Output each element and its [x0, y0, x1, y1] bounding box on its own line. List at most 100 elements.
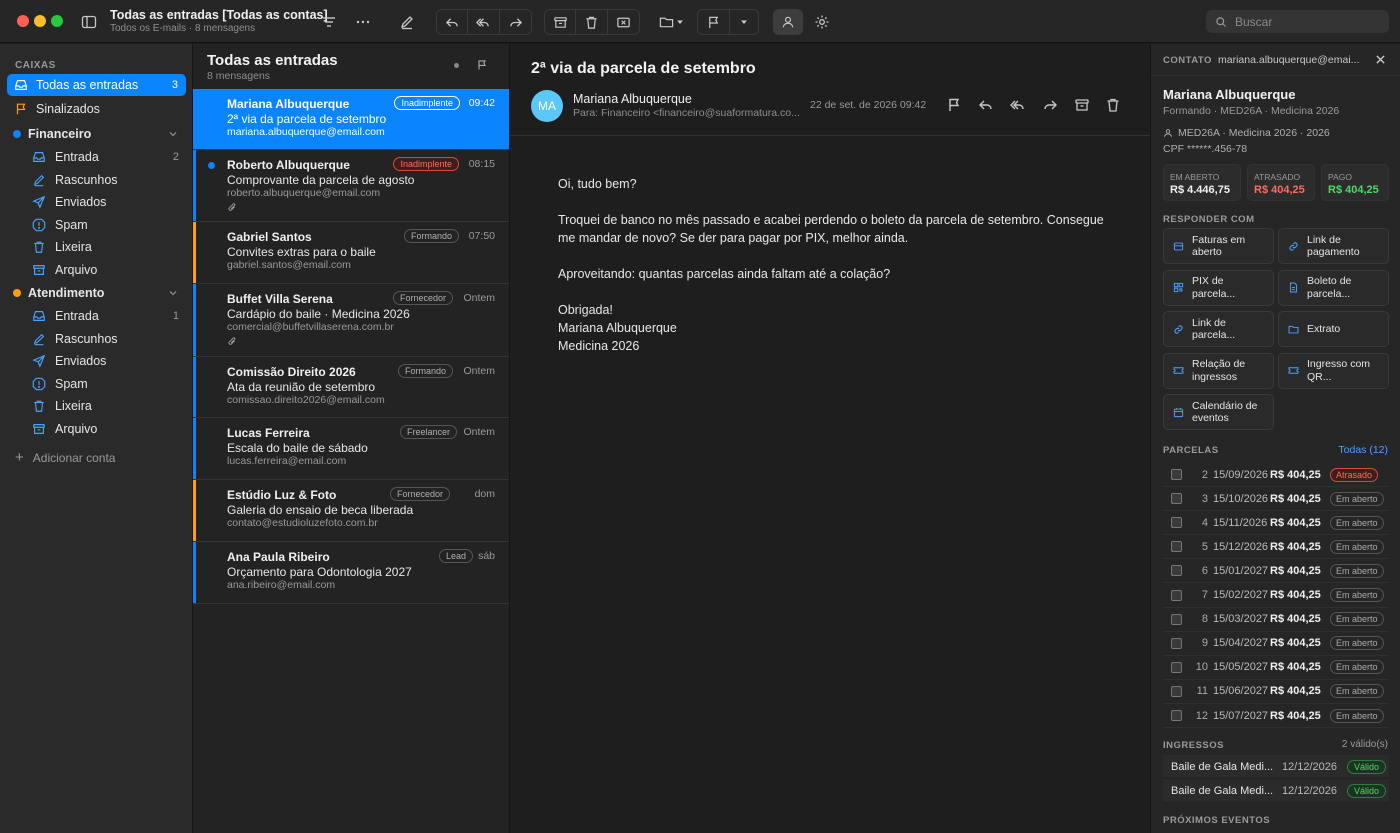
reply-icon[interactable]	[437, 10, 469, 34]
reply-with-button[interactable]: Link de pagamento	[1278, 228, 1389, 264]
reply-all-icon[interactable]	[468, 10, 500, 34]
installment-row[interactable]: 6 15/01/2027 R$ 404,25 Em aberto	[1163, 559, 1389, 584]
installment-row[interactable]: 3 15/10/2026 R$ 404,25 Em aberto	[1163, 487, 1389, 512]
zoom-window-button[interactable]	[51, 15, 63, 27]
installment-number: 11	[1196, 685, 1208, 698]
trash-icon[interactable]	[576, 10, 608, 34]
installment-checkbox[interactable]	[1171, 661, 1182, 673]
message-row[interactable]: Estúdio Luz & Foto Fornecedor dom Galeri…	[193, 480, 509, 542]
sidebar-item-financeiro-enviados[interactable]: Enviados	[26, 191, 186, 213]
balance-label: EM ABERTO	[1170, 172, 1220, 182]
sidebar-item-atendimento-spam[interactable]: Spam	[26, 373, 186, 395]
sidebar-item-atendimento-lixeira[interactable]: Lixeira	[26, 395, 186, 417]
sidebar-item-atendimento-enviados[interactable]: Enviados	[26, 350, 186, 372]
sidebar-item-all-inboxes[interactable]: Todas as entradas 3	[7, 74, 186, 96]
account-atendimento[interactable]: Atendimento	[7, 282, 186, 304]
installment-row[interactable]: 2 15/09/2026 R$ 404,25 Atrasado	[1163, 463, 1389, 487]
installment-row[interactable]: 12 15/07/2027 R$ 404,25 Em aberto	[1163, 704, 1389, 728]
forward-icon[interactable]	[500, 10, 531, 34]
message-row[interactable]: Ana Paula Ribeiro Lead sáb Orçamento par…	[193, 542, 509, 604]
installment-row[interactable]: 10 15/05/2027 R$ 404,25 Em aberto	[1163, 656, 1389, 680]
search-input[interactable]: Buscar	[1235, 15, 1272, 29]
installment-checkbox[interactable]	[1171, 517, 1182, 529]
reply-with-button[interactable]: Relação de ingressos	[1163, 352, 1274, 389]
installment-checkbox[interactable]	[1171, 613, 1182, 625]
reply-with-button[interactable]: Link de parcela...	[1163, 311, 1274, 348]
installment-checkbox[interactable]	[1171, 541, 1182, 553]
link-icon	[1173, 324, 1184, 335]
sidebar-item-label: Lixeira	[55, 240, 92, 254]
account-name: Atendimento	[28, 286, 105, 300]
ticket-row[interactable]: Baile de Gala Medi... 12/12/2026 Válido	[1163, 755, 1389, 779]
sender-name[interactable]: Mariana Albuquerque	[573, 92, 692, 106]
sidebar-item-financeiro-lixeira[interactable]: Lixeira	[26, 236, 186, 258]
installment-row[interactable]: 5 15/12/2026 R$ 404,25 Em aberto	[1163, 535, 1389, 560]
flag-filter-icon[interactable]	[476, 59, 488, 71]
installment-checkbox[interactable]	[1171, 685, 1182, 697]
installment-checkbox[interactable]	[1171, 565, 1182, 577]
forward-icon[interactable]	[1042, 97, 1058, 113]
installment-row[interactable]: 7 15/02/2027 R$ 404,25 Em aberto	[1163, 584, 1389, 608]
flag-icon[interactable]	[698, 10, 730, 34]
close-icon[interactable]	[1375, 54, 1386, 65]
add-account-button[interactable]: + Adicionar conta	[15, 449, 115, 466]
installment-row[interactable]: 9 15/04/2027 R$ 404,25 Em aberto	[1163, 632, 1389, 656]
compose-icon[interactable]	[398, 10, 416, 34]
chevron-down-icon[interactable]	[168, 288, 178, 298]
sidebar-item-financeiro-entrada[interactable]: Entrada 2	[26, 146, 186, 168]
archive-icon[interactable]	[545, 10, 577, 34]
sidebar-item-flagged[interactable]: Sinalizados	[7, 98, 186, 120]
sidebar-toggle-icon[interactable]	[80, 10, 98, 34]
contact-panel-toggle-icon[interactable]	[773, 9, 803, 35]
close-window-button[interactable]	[17, 15, 29, 27]
message-row[interactable]: Gabriel Santos Formando 07:50 Convites e…	[193, 222, 509, 284]
reply-icon[interactable]	[978, 97, 994, 113]
installment-row[interactable]: 4 15/11/2026 R$ 404,25 Em aberto	[1163, 511, 1389, 536]
archive-icon[interactable]	[1074, 97, 1090, 113]
installments-all-link[interactable]: Todas (12)	[1338, 444, 1388, 456]
reply-with-button[interactable]: Boleto de parcela...	[1278, 269, 1389, 306]
message-row[interactable]: Buffet Villa Serena Fornecedor Ontem Car…	[193, 284, 509, 357]
sidebar-item-atendimento-entrada[interactable]: Entrada 1	[26, 305, 186, 327]
sidebar-item-financeiro-spam[interactable]: Spam	[26, 214, 186, 236]
message-row[interactable]: Lucas Ferreira Freelancer Ontem Escala d…	[193, 418, 509, 480]
reply-with-button[interactable]: Extrato	[1278, 311, 1389, 348]
junk-icon[interactable]	[608, 10, 639, 34]
filter-icon[interactable]	[320, 10, 338, 34]
message-row[interactable]: Mariana Albuquerque Inadimplente 09:42 2…	[193, 89, 509, 150]
installment-checkbox[interactable]	[1171, 493, 1182, 505]
ticket-row[interactable]: Baile de Gala Medi... 12/12/2026 Válido	[1163, 779, 1389, 803]
message-row[interactable]: Roberto Albuquerque Inadimplente 08:15 C…	[193, 150, 509, 222]
reply-with-button[interactable]: Ingresso com QR...	[1278, 352, 1389, 389]
unread-filter-icon[interactable]	[454, 63, 459, 68]
search-field[interactable]: Buscar	[1206, 10, 1389, 33]
installment-date: 15/06/2027	[1213, 685, 1269, 698]
reply-with-button[interactable]: PIX de parcela...	[1163, 269, 1274, 306]
message-row[interactable]: Comissão Direito 2026 Formando Ontem Ata…	[193, 357, 509, 418]
gear-icon[interactable]	[813, 10, 831, 34]
account-financeiro[interactable]: Financeiro	[7, 123, 186, 145]
flag-menu-chevron-icon[interactable]	[730, 10, 758, 34]
installment-checkbox[interactable]	[1171, 469, 1182, 480]
flag-icon[interactable]	[946, 97, 962, 113]
installment-checkbox[interactable]	[1171, 710, 1182, 721]
move-to-folder-button[interactable]	[656, 10, 686, 34]
reply-with-button[interactable]: Faturas em aberto	[1163, 228, 1274, 264]
sidebar-item-atendimento-rascunhos[interactable]: Rascunhos	[26, 328, 186, 350]
trash-icon[interactable]	[1105, 97, 1121, 113]
installment-checkbox[interactable]	[1171, 589, 1182, 601]
more-icon[interactable]	[354, 10, 372, 34]
minimize-window-button[interactable]	[34, 15, 46, 27]
installment-value: R$ 404,25	[1270, 516, 1321, 529]
chevron-down-icon[interactable]	[168, 129, 178, 139]
sidebar-item-financeiro-rascunhos[interactable]: Rascunhos	[26, 169, 186, 191]
installment-row[interactable]: 11 15/06/2027 R$ 404,25 Em aberto	[1163, 680, 1389, 704]
reply-all-icon[interactable]	[1010, 97, 1026, 113]
installment-value: R$ 404,25	[1270, 661, 1321, 674]
reply-with-button[interactable]: Calendário de eventos	[1163, 394, 1274, 431]
message-time: 08:15	[468, 158, 495, 170]
sidebar-item-atendimento-arquivo[interactable]: Arquivo	[26, 418, 186, 440]
installment-row[interactable]: 8 15/03/2027 R$ 404,25 Em aberto	[1163, 608, 1389, 632]
installment-checkbox[interactable]	[1171, 637, 1182, 649]
sidebar-item-financeiro-arquivo[interactable]: Arquivo	[26, 259, 186, 281]
